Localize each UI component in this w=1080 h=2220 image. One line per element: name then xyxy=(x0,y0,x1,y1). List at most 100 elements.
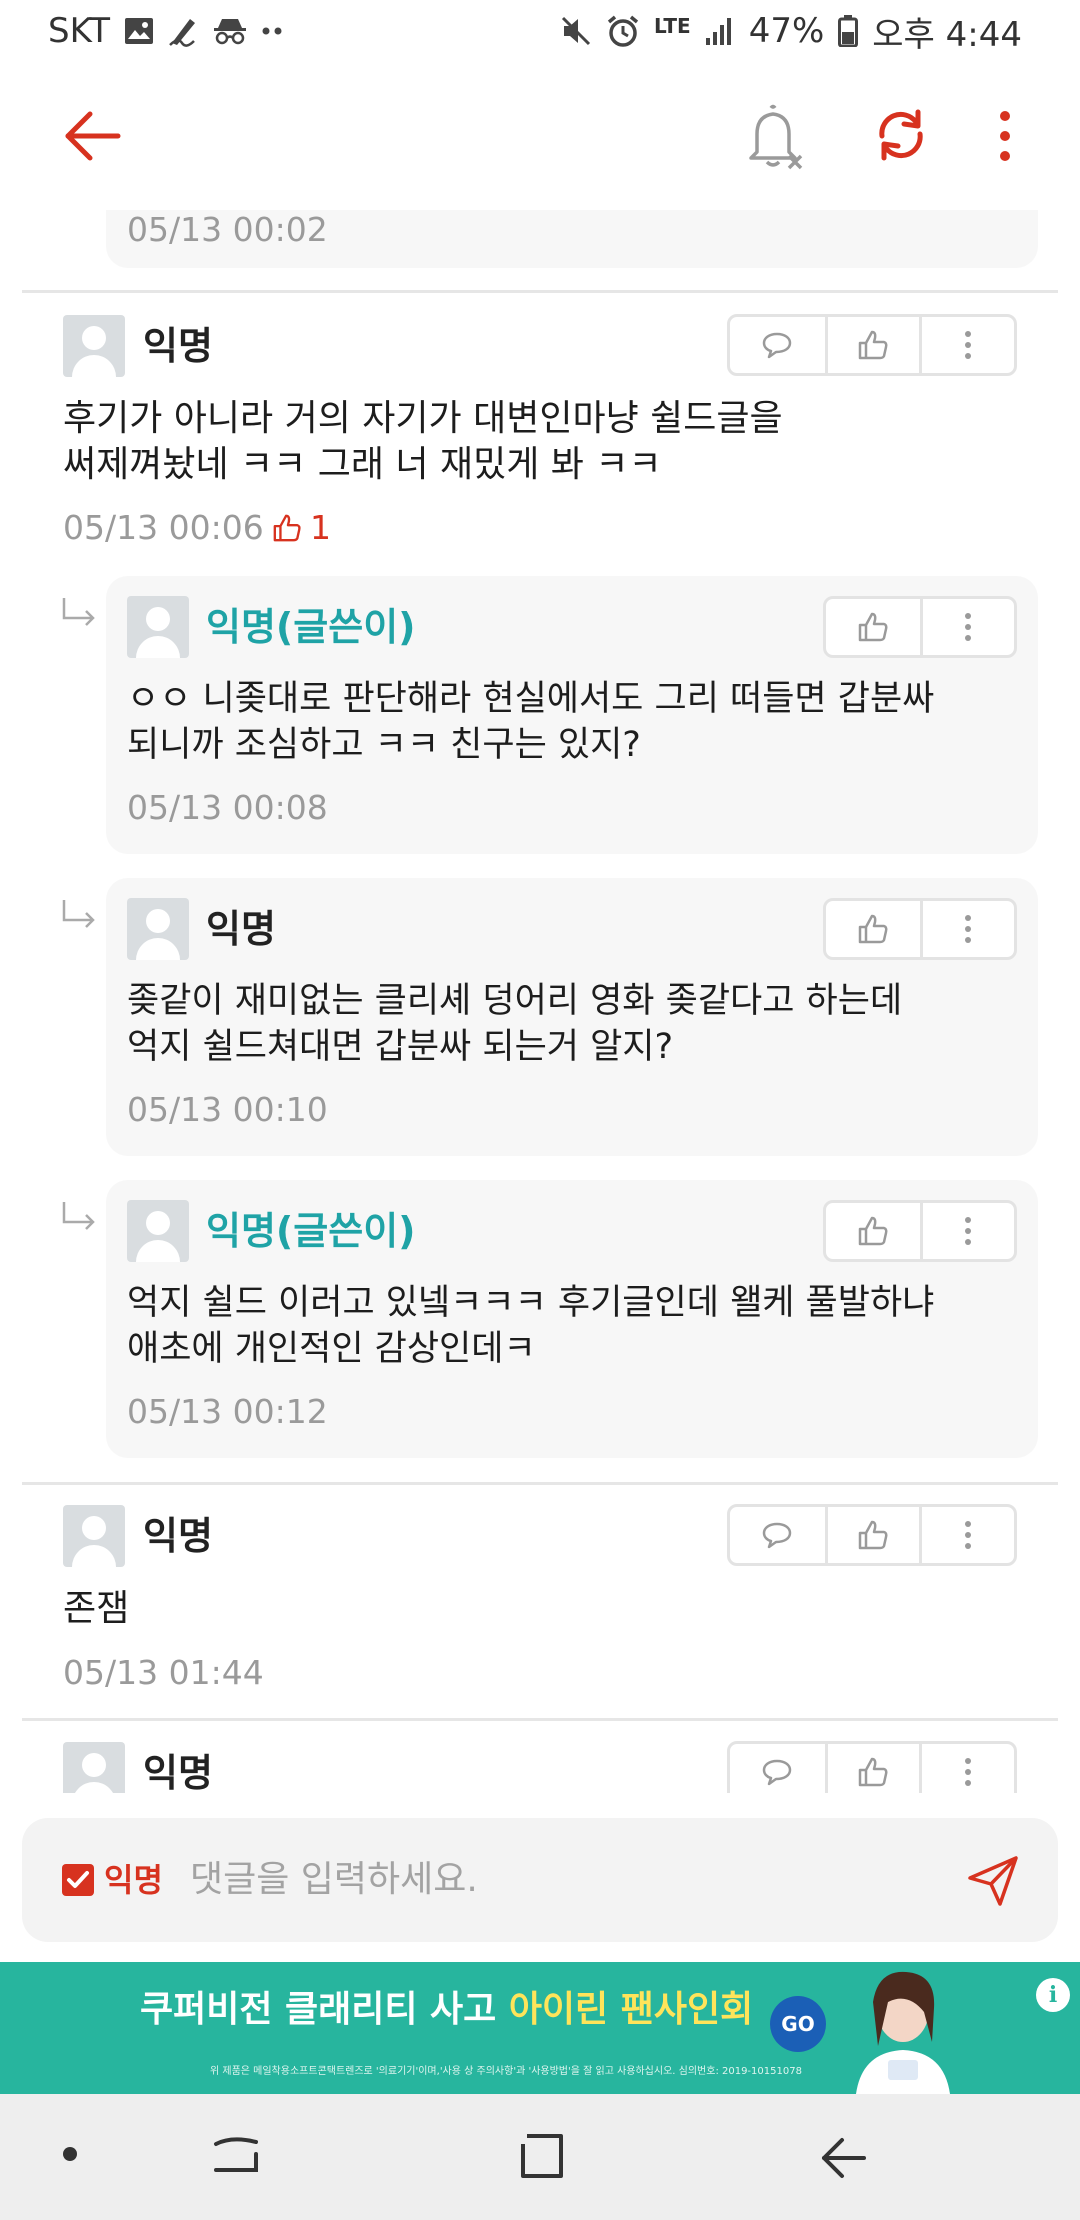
signal-icon xyxy=(705,16,735,46)
comment-date: 05/13 01:44 xyxy=(63,1653,264,1692)
avatar xyxy=(63,315,125,377)
nav-dot-icon[interactable] xyxy=(60,2144,80,2164)
anonymous-checkbox[interactable] xyxy=(62,1864,94,1896)
comment-text: 후기가 아니라 거의 자기가 대변인마냥 쉴드글을 써제껴놨네 ㅋㅋ 그래 너 … xyxy=(63,398,783,485)
battery-percent: 47% xyxy=(748,11,825,51)
comment-list[interactable]: 05/13 00:02 익명 후기가 아니라 거의 자기가 대변인마냥 쉴드글을… xyxy=(0,210,1080,1793)
comment-text: ㅇㅇ 니좆대로 판단해라 현실에서도 그리 떠들면 갑분싸 되니까 조심하고 ㅋ… xyxy=(127,679,935,765)
avatar xyxy=(127,898,189,960)
more-vertical-icon xyxy=(965,915,972,943)
avatar xyxy=(127,596,189,658)
image-icon xyxy=(124,17,154,45)
more-options-button[interactable] xyxy=(919,901,1014,957)
comment-author-op: 익명(글쓴이) xyxy=(206,1209,416,1253)
checkmark-icon xyxy=(67,1871,89,1888)
avatar xyxy=(63,1742,125,1793)
like-button[interactable] xyxy=(826,599,920,655)
thumbs-up-icon xyxy=(858,914,888,944)
comment-date: 05/13 00:12 xyxy=(127,1392,328,1431)
comment-author: 익명 xyxy=(143,1751,213,1793)
comment-author: 익명 xyxy=(143,1514,213,1558)
more-notifications-icon xyxy=(262,26,284,36)
more-vertical-icon xyxy=(965,331,972,359)
more-options-button[interactable] xyxy=(919,317,1014,373)
network-type: LTE xyxy=(653,14,691,38)
back-nav-icon[interactable] xyxy=(818,2134,868,2180)
thumbs-up-icon xyxy=(859,330,888,360)
speech-bubble-icon xyxy=(763,1522,792,1549)
ad-info-icon[interactable]: i xyxy=(1036,1978,1070,2012)
thumbs-up-icon xyxy=(273,514,301,542)
refresh-icon[interactable] xyxy=(872,106,930,164)
comment-date: 05/13 00:06 xyxy=(63,508,264,547)
more-vertical-icon xyxy=(965,1758,972,1786)
divider xyxy=(22,1482,1058,1485)
comment-actions xyxy=(727,314,1017,376)
reply-button[interactable] xyxy=(730,317,825,373)
signature-icon xyxy=(168,15,198,47)
thumbs-up-icon xyxy=(859,1520,888,1550)
comment-author: 익명 xyxy=(143,324,213,368)
divider xyxy=(22,290,1058,293)
comment-date: 05/13 00:08 xyxy=(127,788,328,827)
like-count-value: 1 xyxy=(310,508,331,547)
like-button[interactable] xyxy=(824,317,920,373)
anonymous-label[interactable]: 익명 xyxy=(104,1858,163,1902)
mute-icon xyxy=(560,15,592,47)
avatar xyxy=(63,1505,125,1567)
comment-actions xyxy=(823,1200,1017,1262)
reply-button[interactable] xyxy=(730,1507,825,1563)
comment-composer: 익명 댓글을 입력하세요. xyxy=(22,1818,1058,1942)
thumbs-up-icon xyxy=(859,1757,888,1787)
avatar xyxy=(127,1200,189,1262)
comment-text: 좆같이 재미없는 클리셰 덩어리 영화 좆같다고 하는데 억지 쉴드쳐대면 갑분… xyxy=(127,981,903,1067)
send-icon[interactable] xyxy=(966,1854,1020,1908)
more-vertical-icon xyxy=(965,1521,972,1549)
ad-go-button[interactable]: GO xyxy=(770,1996,826,2052)
like-button[interactable] xyxy=(826,901,920,957)
ad-headline-text: 쿠퍼비전 클래리티 사고 xyxy=(140,1989,509,2030)
home-icon[interactable] xyxy=(517,2132,567,2182)
ad-headline-highlight: 아이린 팬사인회 xyxy=(508,1989,754,2030)
incognito-icon xyxy=(212,16,248,46)
ad-model-image xyxy=(856,1971,950,2094)
like-button[interactable] xyxy=(824,1507,920,1563)
bell-off-icon[interactable] xyxy=(745,102,805,172)
back-arrow-icon[interactable] xyxy=(62,110,122,162)
system-nav-bar xyxy=(0,2094,1080,2220)
recent-apps-icon[interactable] xyxy=(212,2134,262,2180)
reply-arrow-icon xyxy=(62,900,95,928)
battery-icon xyxy=(838,15,859,47)
reply-arrow-icon xyxy=(62,1202,95,1230)
more-options-button[interactable] xyxy=(919,1744,1014,1793)
clock: 오후 4:44 xyxy=(872,14,1022,55)
speech-bubble-icon xyxy=(763,1759,792,1786)
speech-bubble-icon xyxy=(763,332,792,359)
comment-actions xyxy=(823,898,1017,960)
like-button[interactable] xyxy=(824,1744,920,1793)
more-options-button[interactable] xyxy=(919,599,1014,655)
ad-banner[interactable]: 쿠퍼비전 클래리티 사고 아이린 팬사인회 GO 위 제품은 메일착용소프트콘택… xyxy=(0,1962,1080,2094)
comment-author-op: 익명(글쓴이) xyxy=(206,605,416,649)
divider xyxy=(22,1718,1058,1721)
comment-date: 05/13 00:02 xyxy=(127,210,328,249)
comment-actions xyxy=(727,1504,1017,1566)
like-button[interactable] xyxy=(826,1203,920,1259)
ad-fine-print: 위 제품은 메일착용소프트콘택트렌즈로 '의료기기'이며,'사용 상 주의사항'… xyxy=(210,2066,802,2077)
comment-date: 05/13 00:10 xyxy=(127,1090,328,1129)
comment-actions xyxy=(823,596,1017,658)
more-options-button[interactable] xyxy=(919,1507,1014,1563)
reply-button[interactable] xyxy=(730,1744,825,1793)
more-options-button[interactable] xyxy=(919,1203,1014,1259)
app-bar xyxy=(0,62,1080,210)
reply-arrow-icon xyxy=(62,598,95,626)
more-vertical-icon xyxy=(965,1217,972,1245)
more-vertical-icon[interactable] xyxy=(990,106,1020,166)
ad-headline: 쿠퍼비전 클래리티 사고 아이린 팬사인회 xyxy=(140,1988,753,2032)
more-vertical-icon xyxy=(965,613,972,641)
carrier-label: SKT xyxy=(48,11,111,51)
like-count: 1 xyxy=(272,508,331,548)
comment-actions xyxy=(727,1741,1017,1793)
comment-input[interactable]: 댓글을 입력하세요. xyxy=(190,1856,478,1904)
thumbs-up-icon xyxy=(858,612,888,642)
